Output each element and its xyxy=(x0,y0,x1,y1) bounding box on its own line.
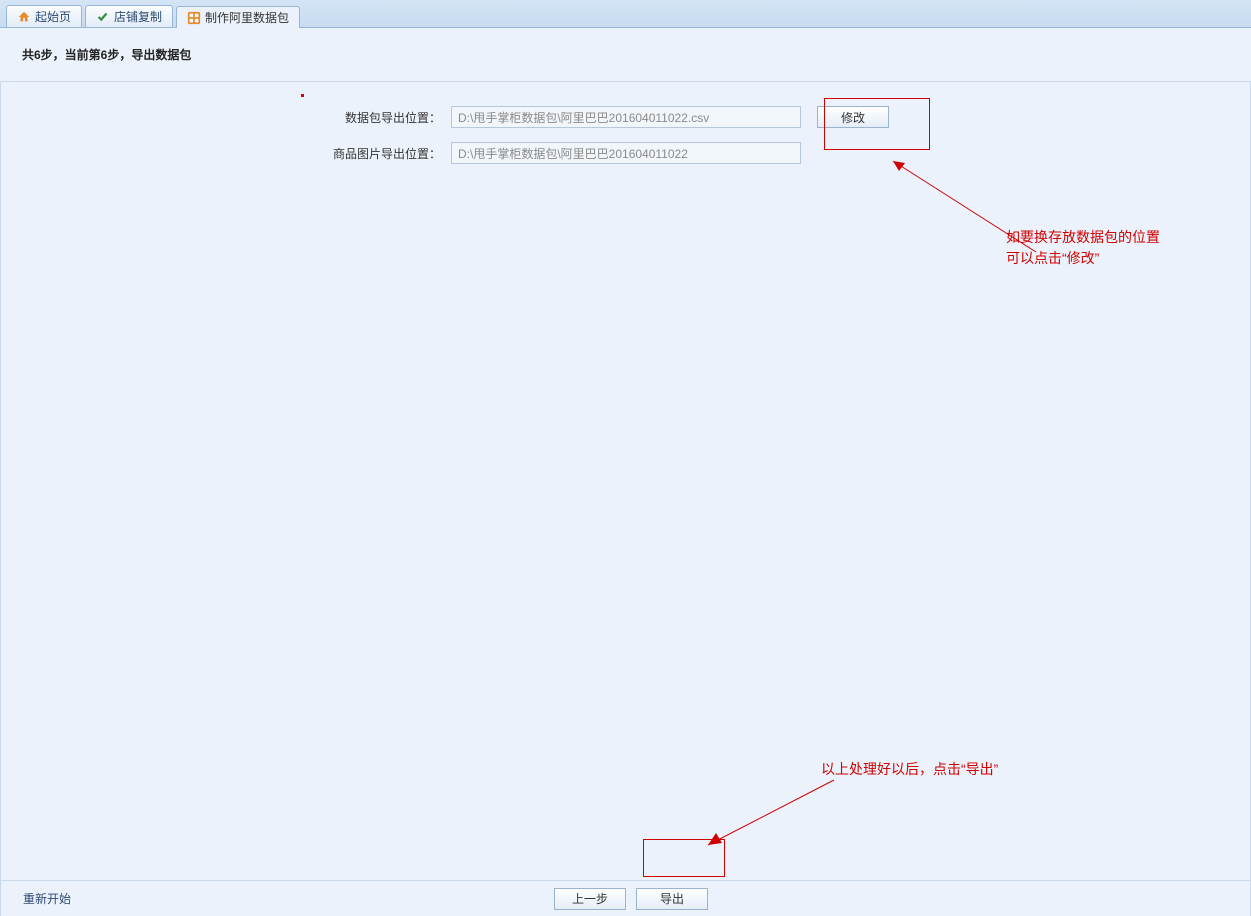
tab-home[interactable]: 起始页 xyxy=(6,5,82,27)
footer-bar: 重新开始 上一步 导出 xyxy=(1,880,1250,916)
grid-icon xyxy=(187,11,201,25)
tab-label: 制作阿里数据包 xyxy=(205,9,289,26)
export-path-label: 数据包导出位置： xyxy=(301,109,441,126)
home-icon xyxy=(17,10,31,24)
export-path-row: 数据包导出位置： 修改 xyxy=(301,102,1250,132)
check-icon xyxy=(96,10,110,24)
export-form: 数据包导出位置： 修改 商品图片导出位置： xyxy=(1,82,1250,168)
tab-shop-copy[interactable]: 店铺复制 xyxy=(85,5,173,27)
annotation-arrow-export xyxy=(686,777,886,877)
prev-button[interactable]: 上一步 xyxy=(554,888,626,910)
annotation-text-export: 以上处理好以后，点击“导出” xyxy=(821,759,998,780)
annotation-text-line: 可以点击“修改” xyxy=(1006,248,1160,269)
image-path-row: 商品图片导出位置： xyxy=(301,138,1250,168)
step-indicator: 共6步，当前第6步，导出数据包 xyxy=(0,28,1251,82)
export-path-input[interactable] xyxy=(451,106,801,128)
main-content: 数据包导出位置： 修改 商品图片导出位置： 如要换存放数据包的位置 可以点击“修… xyxy=(0,82,1251,916)
tab-bar: 起始页 店铺复制 制作阿里数据包 xyxy=(0,0,1251,28)
red-marker-icon xyxy=(301,94,304,97)
export-button[interactable]: 导出 xyxy=(636,888,708,910)
annotation-text-line: 如要换存放数据包的位置 xyxy=(1006,227,1160,248)
image-path-input[interactable] xyxy=(451,142,801,164)
modify-button[interactable]: 修改 xyxy=(817,106,889,128)
tab-make-ali-package[interactable]: 制作阿里数据包 xyxy=(176,6,300,28)
tab-label: 起始页 xyxy=(35,8,71,25)
tab-label: 店铺复制 xyxy=(114,8,162,25)
image-path-label: 商品图片导出位置： xyxy=(301,145,441,162)
annotation-text-modify: 如要换存放数据包的位置 可以点击“修改” xyxy=(1006,227,1160,269)
restart-link[interactable]: 重新开始 xyxy=(23,890,71,907)
annotation-box-export xyxy=(643,839,725,877)
